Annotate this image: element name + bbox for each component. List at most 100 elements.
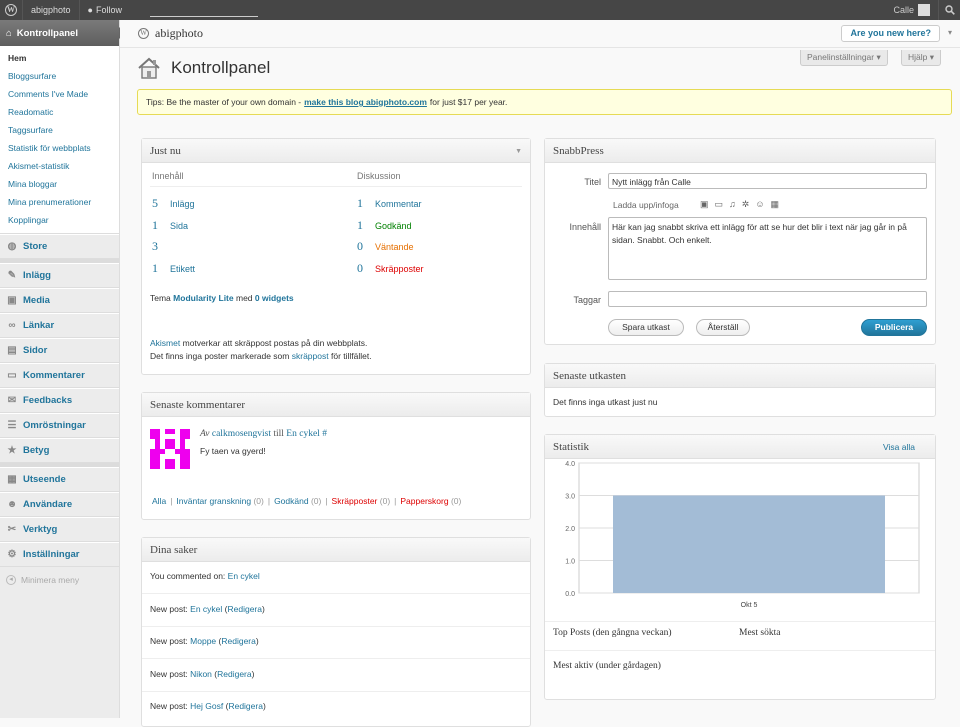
adminbar-avatar[interactable] [918,4,930,16]
stat-count: 0 [357,261,363,275]
submenu-item[interactable]: Comments I've Made [0,85,119,103]
video-icon[interactable]: ▭ [715,199,724,210]
adminbar-site-name[interactable]: abigphoto [22,0,80,20]
media-icon[interactable]: ☺ [755,199,764,210]
submenu-item[interactable]: Mina bloggar [0,175,119,193]
menu-label: Utseende [23,474,66,485]
post-link[interactable]: Moppe [190,636,216,646]
post-link[interactable]: En cykel [190,604,222,614]
filter-spam[interactable]: Skräpposter (0) [332,496,391,506]
menu-posts[interactable]: ✎ Inlägg [0,263,119,288]
collapse-label: Minimera meny [21,575,80,585]
adminbar-user-name[interactable]: Calle [893,5,914,15]
spam-link[interactable]: skräppost [292,351,329,361]
menu-polls[interactable]: ☰ Omröstningar [0,413,119,438]
stat-comments[interactable]: 1 Kommentar [357,196,422,211]
stat-posts[interactable]: 5 Inlägg [152,196,195,211]
publish-button[interactable]: Publicera [861,319,927,336]
submenu-item[interactable]: Readomatic [0,103,119,121]
widget-recent-drafts: Senaste utkasten Det finns inga utkast j… [544,363,936,417]
theme-link[interactable]: Modularity Lite [173,293,233,303]
settings-icon: ⚙ [7,549,17,560]
widgets-link[interactable]: 0 widgets [255,293,294,303]
form-icon[interactable]: ▦ [771,199,780,210]
tip-domain-link[interactable]: make this blog abigphoto.com [304,97,427,107]
post-link[interactable]: Nikon [190,669,212,679]
adminbar-search-input[interactable] [150,3,258,17]
menu-ratings[interactable]: ★ Betyg [0,438,119,463]
akismet-link[interactable]: Akismet [150,338,180,348]
menu-label: Sidor [23,345,48,356]
submenu-item[interactable]: Mina prenumerationer [0,193,119,211]
submenu-item[interactable]: Akismet-statistik [0,157,119,175]
wordpress-logo-icon[interactable]: W [0,0,22,20]
menu-pages[interactable]: ▤ Sidor [0,338,119,363]
menu-links[interactable]: ∞ Länkar [0,313,119,338]
chevron-down-icon[interactable]: ▾ [948,28,952,37]
screen-options-button[interactable]: Panelinställningar ▾ [800,50,888,66]
reset-button[interactable]: Återställ [696,319,750,336]
menu-settings[interactable]: ⚙ Inställningar [0,542,119,567]
submenu-item[interactable]: Taggsurfare [0,121,119,139]
poll-icon[interactable]: ✲ [742,199,750,210]
y-tick-label: 2.0 [565,526,575,533]
stat-tags[interactable]: 1 Etikett [152,261,195,276]
widget-header[interactable]: Just nu ▼ [142,139,530,163]
edit-link[interactable]: Redigera [228,701,263,711]
filter-all[interactable]: Alla [152,496,166,506]
menu-tools[interactable]: ✂ Verktyg [0,517,119,542]
menu-dashboard[interactable]: ⌂ Kontrollpanel [0,20,125,46]
widget-header[interactable]: Senaste utkasten [545,364,935,388]
widget-header[interactable]: SnabbPress [545,139,935,163]
menu-comments[interactable]: ▭ Kommentarer [0,363,119,388]
filter-trash[interactable]: Papperskorg (0) [400,496,461,506]
tools-icon: ✂ [7,524,17,535]
submenu-item[interactable]: Kopplingar [0,211,119,229]
comment-permalink[interactable]: # [322,429,327,439]
menu-users[interactable]: ☻ Användare [0,492,119,517]
filter-label: Skräpposter [331,496,378,506]
submenu-item[interactable]: Statistik för webbplats [0,139,119,157]
submenu-item[interactable]: Bloggsurfare [0,67,119,85]
menu-appearance[interactable]: ▦ Utseende [0,467,119,492]
help-button[interactable]: Hjälp ▾ [901,50,942,66]
stat-pending[interactable]: 0 Väntande [357,239,414,254]
stat-spam[interactable]: 0 Skräpposter [357,261,424,276]
tags-input[interactable] [608,291,927,307]
submenu-item[interactable]: Hem [0,49,119,67]
comment-author-link[interactable]: calkmosengvist [212,429,271,439]
comment-post-link[interactable]: En cykel [286,429,320,439]
new-here-button[interactable]: Are you new here? [841,25,940,42]
filter-approved[interactable]: Godkänd (0) [274,496,321,506]
stat-pages[interactable]: 1 Sida [152,218,188,233]
menu-feedbacks[interactable]: ✉ Feedbacks [0,388,119,413]
menu-label: Inställningar [23,549,80,560]
filter-pending[interactable]: Inväntar granskning (0) [176,496,263,506]
stat-approved[interactable]: 1 Godkänd [357,218,412,233]
filter-count: (0) [450,496,462,506]
widget-header[interactable]: Statistik Visa alla [545,435,935,459]
content-textarea[interactable]: Här kan jag snabbt skriva ett inlägg för… [608,217,927,280]
adminbar-follow[interactable]: ● Follow [80,0,130,20]
edit-link[interactable]: Redigera [228,604,263,614]
save-draft-button[interactable]: Spara utkast [608,319,684,336]
title-input[interactable]: Nytt inlägg från Calle [608,173,927,189]
stat-count: 5 [152,196,158,210]
site-title[interactable]: Wabigphoto [138,26,203,41]
widget-header[interactable]: Dina saker [142,538,530,562]
search-icon[interactable] [938,0,960,20]
collapse-arrow-icon[interactable]: ▼ [515,139,522,163]
collapse-menu[interactable]: ◂ Minimera meny [0,567,119,593]
home-icon: ⌂ [6,27,12,39]
view-all-link[interactable]: Visa alla [883,435,915,459]
edit-link[interactable]: Redigera [221,636,256,646]
widget-header[interactable]: Senaste kommentarer [142,393,530,417]
stat-categories[interactable]: 3 [152,239,170,254]
menu-store[interactable]: ◍ Store [0,234,119,259]
image-icon[interactable]: ▣ [700,199,709,210]
edit-link[interactable]: Redigera [217,669,252,679]
menu-media[interactable]: ▣ Media [0,288,119,313]
audio-icon[interactable]: ♫ [729,199,736,210]
post-link[interactable]: En cykel [228,571,260,581]
post-link[interactable]: Hej Gosf [190,701,223,711]
